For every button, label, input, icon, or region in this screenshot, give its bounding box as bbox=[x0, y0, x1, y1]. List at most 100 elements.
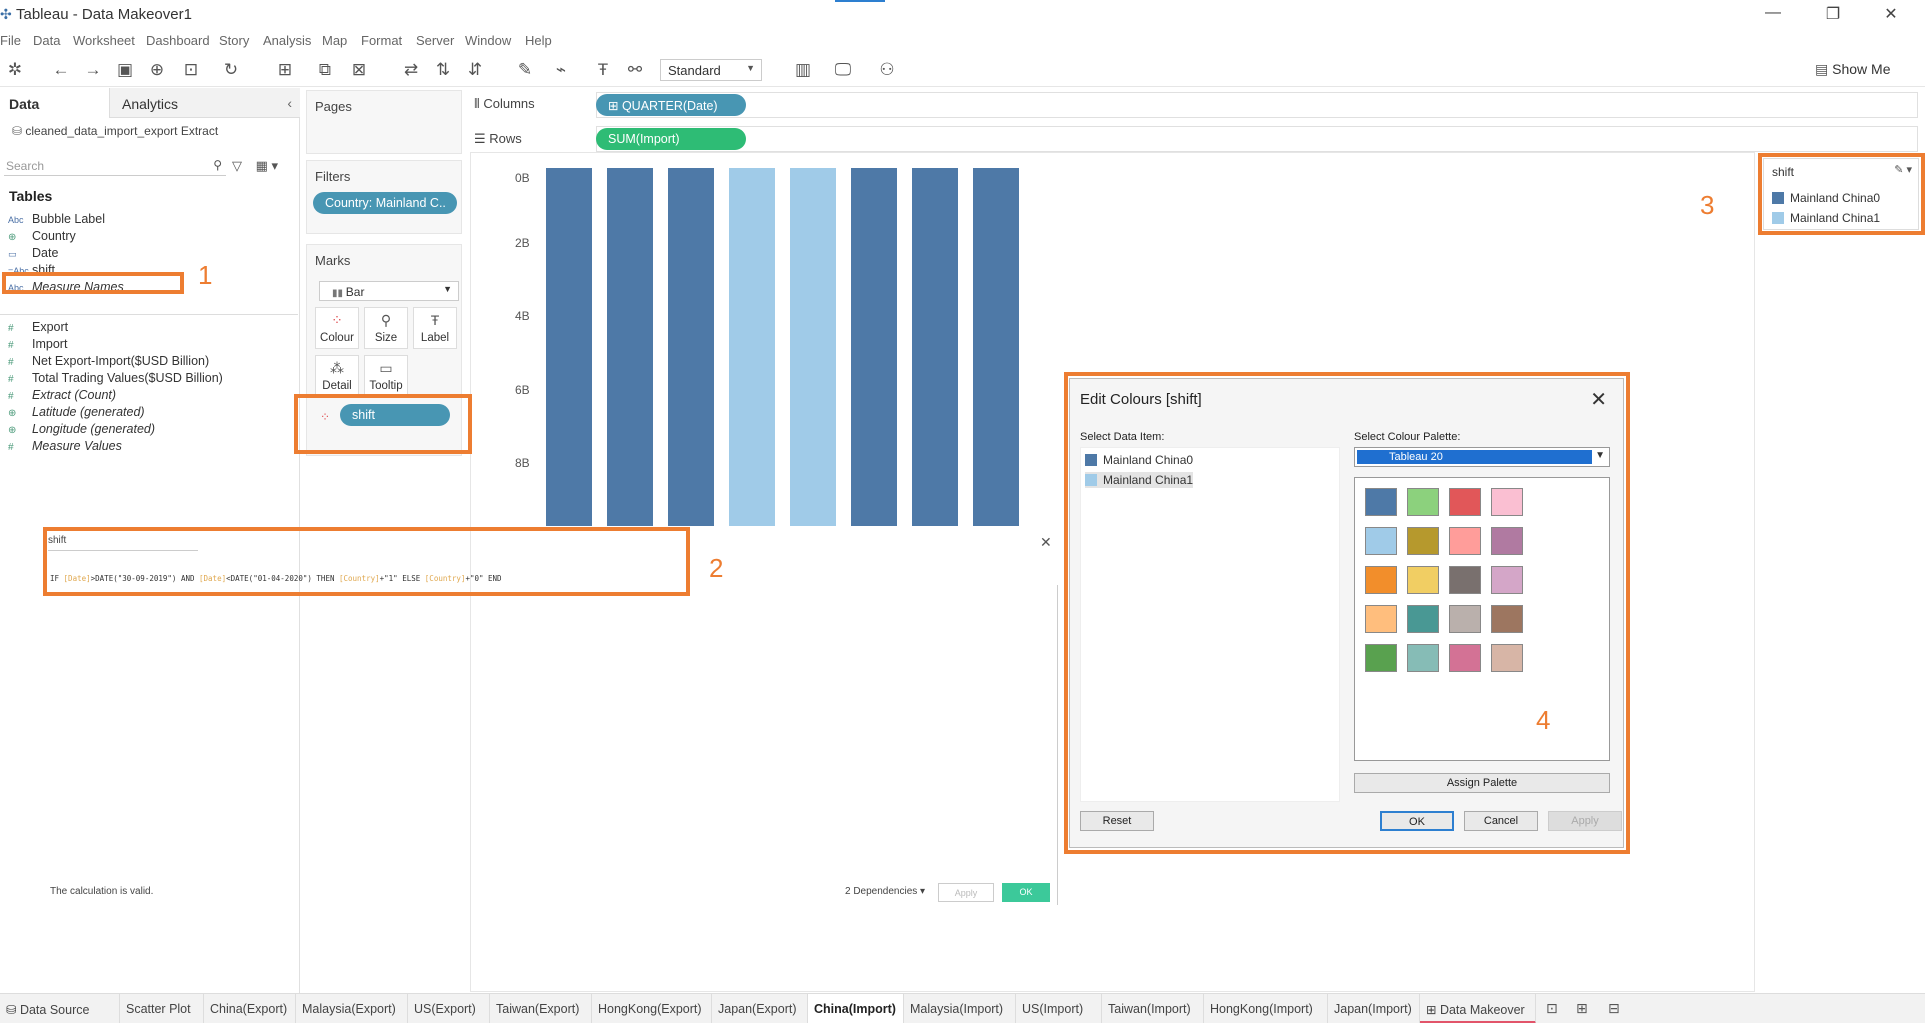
bar-mainland-china1[interactable] bbox=[790, 168, 836, 526]
bar-mainland-china0[interactable] bbox=[851, 168, 897, 526]
share-icon[interactable]: ⚇ bbox=[876, 59, 898, 81]
globe-icon: ⊕ bbox=[8, 232, 17, 243]
sheet-tab[interactable]: Japan(Import) bbox=[1328, 994, 1420, 1023]
save-icon[interactable]: ▣ bbox=[114, 59, 136, 81]
filter-pill-country[interactable]: Country: Mainland C.. bbox=[313, 192, 457, 214]
tableau-home-icon[interactable]: ✲ bbox=[4, 59, 26, 81]
presentation-icon[interactable]: 🖵 bbox=[832, 59, 854, 81]
close-window-button[interactable]: ✕ bbox=[1876, 4, 1906, 26]
sheet-tab[interactable]: US(Import) bbox=[1016, 994, 1102, 1023]
collapse-pane-icon[interactable]: ‹ bbox=[287, 95, 292, 111]
bar-mainland-china0[interactable] bbox=[546, 168, 592, 526]
datasource-name[interactable]: ⛁ cleaned_data_import_export Extract bbox=[12, 124, 218, 138]
columns-icon: ⦀ bbox=[474, 96, 484, 111]
new-worksheet-icon[interactable]: ⊞ bbox=[274, 59, 296, 81]
y-tick-label: 2B bbox=[515, 236, 530, 250]
colour-icon: ⁘ bbox=[331, 312, 343, 328]
menu-worksheet[interactable]: Worksheet bbox=[73, 33, 135, 48]
columns-pill-quarter[interactable]: ⊞ QUARTER(Date) bbox=[596, 94, 746, 116]
columns-shelf[interactable] bbox=[596, 92, 1918, 118]
calc-dependencies[interactable]: 2 Dependencies ▾ bbox=[845, 886, 925, 897]
sheet-tab[interactable]: HongKong(Export) bbox=[592, 994, 712, 1023]
sheet-tab-active[interactable]: China(Import) bbox=[808, 994, 904, 1023]
filters-card[interactable]: Filters Country: Mainland C.. bbox=[306, 160, 462, 234]
label-button[interactable]: Ŧ Label bbox=[413, 307, 457, 349]
calc-apply-button[interactable]: Apply bbox=[938, 883, 994, 902]
minimize-button[interactable]: — bbox=[1758, 4, 1788, 26]
pane-tools: ▽ ▦ ▾ bbox=[232, 158, 278, 174]
sheet-tab[interactable]: Japan(Export) bbox=[712, 994, 808, 1023]
field-measure-values[interactable]: # Measure Values bbox=[8, 439, 122, 459]
datasource-icon: ⛁ bbox=[6, 1003, 20, 1017]
pages-card[interactable]: Pages bbox=[306, 90, 462, 154]
tab-analytics[interactable]: Analytics ‹ bbox=[110, 88, 300, 118]
fix-axes-icon[interactable]: ⚯ bbox=[624, 59, 646, 81]
new-dashboard-icon[interactable]: ⊞ bbox=[1576, 1000, 1588, 1017]
tab-data-source[interactable]: ⛁ Data Source bbox=[0, 994, 120, 1023]
size-button[interactable]: ⚲ Size bbox=[364, 307, 408, 349]
colour-button[interactable]: ⁘ Colour bbox=[315, 307, 359, 349]
rows-shelf[interactable] bbox=[596, 126, 1918, 152]
globe-icon: ⊕ bbox=[8, 425, 17, 436]
bar-mainland-china1[interactable] bbox=[729, 168, 775, 526]
label-icon: Ŧ bbox=[430, 312, 440, 328]
mark-type-select[interactable]: ▮▮ Bar ▼ bbox=[319, 281, 459, 301]
fit-select[interactable]: Standard ▼ bbox=[660, 59, 762, 81]
sheet-tab-dashboard[interactable]: ⊞ Data Makeover bbox=[1420, 994, 1536, 1023]
sheet-tab[interactable]: Taiwan(Import) bbox=[1102, 994, 1204, 1023]
menu-story[interactable]: Story bbox=[219, 33, 249, 48]
pause-updates-icon[interactable]: ⊡ bbox=[180, 59, 202, 81]
sheet-tab[interactable]: China(Export) bbox=[204, 994, 296, 1023]
menu-dashboard[interactable]: Dashboard bbox=[146, 33, 210, 48]
redo-icon[interactable]: → bbox=[82, 59, 104, 81]
group-icon[interactable]: ⌁ bbox=[550, 59, 572, 81]
cards-icon[interactable]: ▥ bbox=[792, 59, 814, 81]
menu-window[interactable]: Window bbox=[465, 33, 511, 48]
bar-mainland-china0[interactable] bbox=[973, 168, 1019, 526]
show-labels-icon[interactable]: Ŧ bbox=[592, 59, 614, 81]
menu-analysis[interactable]: Analysis bbox=[263, 33, 311, 48]
menu-format[interactable]: Format bbox=[361, 33, 402, 48]
calendar-icon: ▭ bbox=[8, 249, 17, 259]
sheet-tab[interactable]: Taiwan(Export) bbox=[490, 994, 592, 1023]
bar-mainland-china0[interactable] bbox=[607, 168, 653, 526]
sort-descending-icon[interactable]: ⇵ bbox=[464, 59, 486, 81]
duplicate-sheet-icon[interactable]: ⧉ bbox=[314, 59, 336, 81]
dashboard-icon: ⊞ bbox=[1426, 1003, 1440, 1017]
view-options-icon[interactable]: ▦ ▾ bbox=[256, 158, 278, 173]
detail-button[interactable]: ⁂ Detail bbox=[315, 355, 359, 397]
new-story-icon[interactable]: ⊟ bbox=[1608, 1000, 1620, 1017]
sheet-tab[interactable]: Malaysia(Import) bbox=[904, 994, 1016, 1023]
chevron-down-icon: ▼ bbox=[746, 63, 755, 73]
highlight-icon[interactable]: ✎ bbox=[514, 59, 536, 81]
sheet-tab[interactable]: HongKong(Import) bbox=[1204, 994, 1328, 1023]
tab-data[interactable]: Data bbox=[0, 88, 110, 118]
sheet-tab[interactable]: Malaysia(Export) bbox=[296, 994, 408, 1023]
search-field[interactable]: Search ⚲ bbox=[4, 156, 226, 176]
calc-close-icon[interactable]: ✕ bbox=[1040, 534, 1052, 551]
menu-map[interactable]: Map bbox=[322, 33, 347, 48]
filter-icon[interactable]: ▽ bbox=[232, 158, 242, 173]
menu-server[interactable]: Server bbox=[416, 33, 454, 48]
menu-data[interactable]: Data bbox=[33, 33, 60, 48]
bar-mainland-china0[interactable] bbox=[668, 168, 714, 526]
callout-box-4 bbox=[1064, 372, 1630, 854]
menu-help[interactable]: Help bbox=[525, 33, 552, 48]
refresh-icon[interactable]: ↻ bbox=[220, 59, 242, 81]
bar-mainland-china0[interactable] bbox=[912, 168, 958, 526]
new-worksheet-icon[interactable]: ⊡ bbox=[1546, 1000, 1558, 1017]
tooltip-button[interactable]: ▭ Tooltip bbox=[364, 355, 408, 397]
menu-file[interactable]: File bbox=[0, 33, 21, 48]
undo-icon[interactable]: ← bbox=[50, 59, 72, 81]
calc-ok-button[interactable]: OK bbox=[1002, 883, 1050, 902]
sheet-tab[interactable]: US(Export) bbox=[408, 994, 490, 1023]
sort-ascending-icon[interactable]: ⇅ bbox=[432, 59, 454, 81]
restore-button[interactable]: ❐ bbox=[1818, 4, 1848, 26]
swap-icon[interactable]: ⇄ bbox=[400, 59, 422, 81]
rows-pill-sum-import[interactable]: SUM(Import) bbox=[596, 128, 746, 150]
show-me-button[interactable]: ▤ Show Me bbox=[1815, 61, 1890, 78]
sheet-tab[interactable]: Scatter Plot bbox=[120, 994, 204, 1023]
clear-sheet-icon[interactable]: ⊠ bbox=[348, 59, 370, 81]
menu-bar: File Data Worksheet Dashboard Story Anal… bbox=[0, 30, 1925, 50]
new-datasource-icon[interactable]: ⊕ bbox=[146, 59, 168, 81]
